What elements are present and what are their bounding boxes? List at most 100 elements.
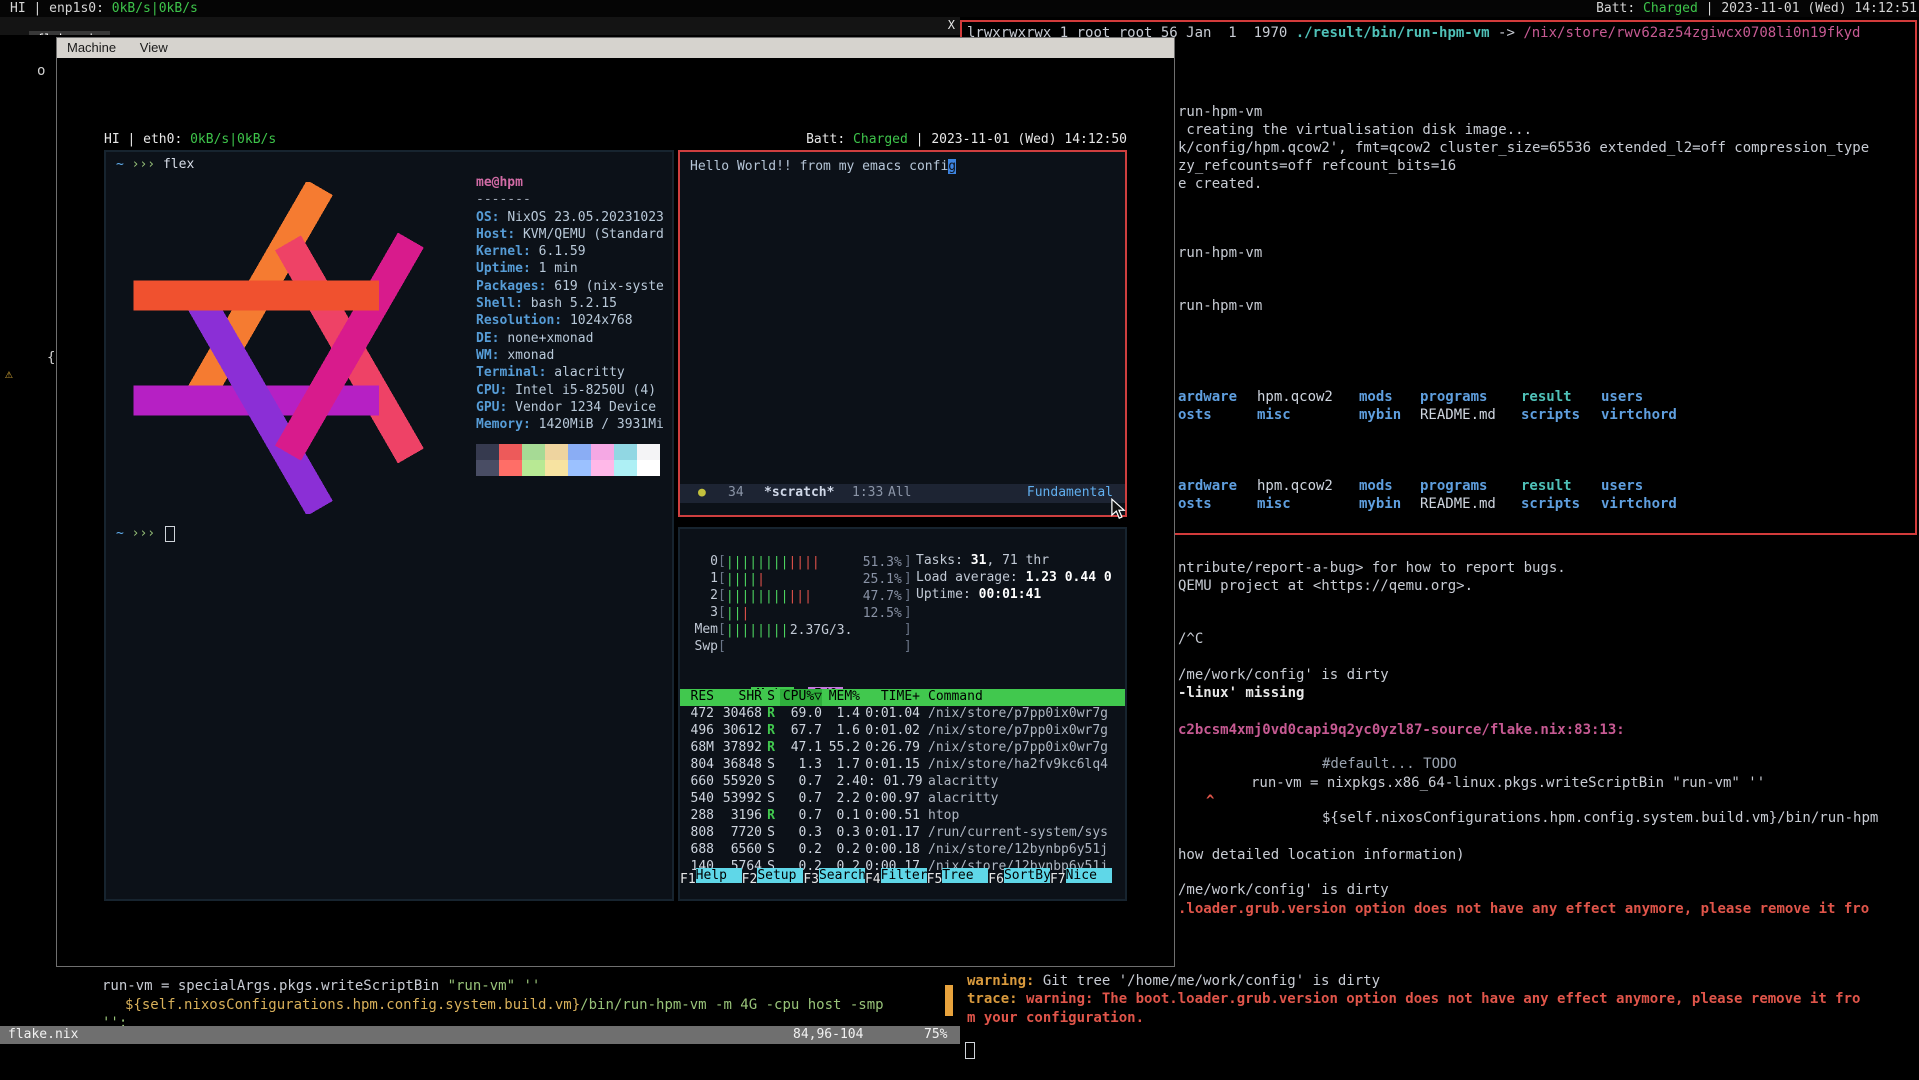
terminal-line: /me/work/config' is dirty (1178, 666, 1389, 684)
qemu-window[interactable]: Machine View HI | eth0: 0kB/s|0kB/s Batt… (56, 37, 1175, 967)
ls-output-row: ostsmiscmybinREADME.mdscriptsvirtchord (1178, 495, 1677, 513)
column-header[interactable]: SHR (714, 689, 762, 706)
vm-emacs-window[interactable]: Hello World!! from my emacs config ● 34 … (678, 150, 1127, 517)
directory-name: programs (1420, 388, 1521, 406)
fkey-filter[interactable]: F4Filter (865, 868, 927, 885)
error-location-line: c2bcsm4xmj0vd0capi9q2yc0yzl87-source/fla… (1178, 721, 1625, 739)
meter-label: Mem (688, 621, 718, 638)
symlink-name: ./result/bin/run-hpm-vm (1296, 25, 1490, 41)
file-name: hpm.qcow2 (1257, 477, 1359, 495)
process-row[interactable]: 47230468R69.01.40:01.04/nix/store/p7pp0i… (680, 706, 1125, 723)
terminal-cursor (965, 1042, 975, 1059)
modeline-scroll: All (888, 485, 911, 500)
process-row[interactable]: 49630612R67.71.60:01.02/nix/store/p7pp0i… (680, 723, 1125, 740)
process-row[interactable]: 80436848S1.31.70:01.15/nix/store/ha2fv9k… (680, 757, 1125, 774)
neofetch-user-host: me@hpm (476, 174, 664, 191)
column-header[interactable]: Command (920, 689, 1125, 706)
memory-meter: Mem[||||||||2.37G/3.] (688, 621, 912, 638)
neofetch-label: CPU (476, 383, 515, 398)
neofetch-value: 1420MiB / 3931Mi (539, 417, 664, 432)
neofetch-entry: GPUVendor 1234 Device (476, 399, 664, 416)
code-line: run-vm = specialArgs.pkgs.writeScriptBin… (102, 977, 540, 995)
tab-close-button[interactable]: X (948, 18, 955, 32)
neofetch-label: OS (476, 210, 507, 225)
modeline-buffer-name[interactable]: *scratch* (764, 485, 834, 500)
meter-bar: |||||||| (726, 589, 789, 604)
vm-network-status: HI | eth0: 0kB/s|0kB/s (104, 132, 276, 147)
editor-text-fragment: { (47, 349, 55, 367)
code-string: /bin/run-hpm-vm -m 4G -cpu host -smp (580, 997, 892, 1013)
neofetch-separator: ------- (476, 191, 664, 208)
htop-header-row[interactable]: RES SHR S CPU%▽ MEM% TIME+ Command (680, 689, 1125, 706)
emacs-cursor: g (948, 159, 956, 174)
fkey-setup[interactable]: F2Setup (742, 868, 804, 885)
stat-label: Load average: (916, 570, 1026, 585)
fkey-sortby[interactable]: F6SortBy (988, 868, 1050, 885)
neofetch-value: bash 5.2.15 (531, 296, 617, 311)
palette-swatch (614, 460, 637, 476)
vm-terminal-window[interactable]: ~ ››› flex me@hpm ------- OSNixOS 23.05.… (104, 150, 674, 901)
host-interface-label: HI | enp1s0: (10, 1, 112, 16)
process-row[interactable]: 8087720S0.30.30:01.17/run/current-system… (680, 825, 1125, 842)
process-row[interactable]: 68M37892R47.155.20:26.79/nix/store/p7pp0… (680, 740, 1125, 757)
fkey-nice[interactable]: F7Nice (1050, 868, 1112, 885)
terminal-line: #default... TODO (1322, 755, 1457, 773)
statusline-cursor-position: 84,96-104 (793, 1027, 863, 1042)
menu-view[interactable]: View (130, 38, 178, 58)
column-header[interactable]: RES (680, 689, 714, 706)
meter-bar: | (741, 606, 749, 621)
fkey-search[interactable]: F3Search (803, 868, 865, 885)
meter-label: 3 (688, 604, 718, 621)
palette-swatch (545, 460, 568, 476)
neofetch-label: Resolution (476, 313, 570, 328)
menu-machine[interactable]: Machine (57, 38, 126, 58)
statusline-scroll-percent: 75% (924, 1027, 947, 1042)
neofetch-info: me@hpm ------- OSNixOS 23.05.20231023 Ho… (476, 174, 664, 433)
scroll-indicator[interactable] (945, 985, 953, 1016)
vm-htop-window[interactable]: 0[||||||||||||51.3%] 1[|||||25.1%] 2[|||… (678, 527, 1127, 901)
vm-network-speeds: 0kB/s|0kB/s (190, 132, 276, 147)
symlink-target: /nix/store/rwv62az54zgiwcx0708li0n19fkyd (1523, 25, 1860, 41)
trace-prefix: trace: (967, 991, 1026, 1007)
swap-meter: Swp[] (688, 638, 912, 655)
warning-text: Git tree '/home/me/work/config' is dirty (1034, 973, 1380, 989)
neofetch-value: alacritty (554, 365, 624, 380)
palette-swatch (499, 460, 522, 476)
modeline-number: 34 (728, 485, 744, 500)
fkey-tree[interactable]: F5Tree (927, 868, 989, 885)
column-header[interactable]: TIME+ (860, 689, 920, 706)
directory-name: programs (1420, 477, 1521, 495)
qemu-menubar: Machine View (57, 38, 1174, 58)
column-header[interactable]: MEM% (822, 689, 860, 706)
column-header-sort[interactable]: CPU%▽ (780, 689, 822, 706)
palette-swatch (545, 444, 568, 460)
directory-name: mods (1359, 388, 1420, 406)
error-line: m your configuration. (967, 1009, 1144, 1027)
process-row[interactable]: 6886560S0.20.20:00.18/nix/store/12bynbp6… (680, 842, 1125, 859)
fkey-help[interactable]: F1Help (680, 868, 742, 885)
file-name: hpm.qcow2 (1257, 388, 1359, 406)
process-row[interactable]: 54053992S0.72.20:00.97alacritty (680, 791, 1125, 808)
prompt-path: ~ (116, 157, 132, 172)
neofetch-value: 6.1.59 (539, 244, 586, 259)
terminal-line: /^C (1178, 630, 1203, 648)
nixos-logo (114, 182, 462, 514)
terminal-line: e created. (1178, 175, 1262, 193)
uptime-stat: Uptime: 00:01:41 (916, 587, 1041, 602)
directory-name: ardware (1178, 388, 1257, 406)
process-row[interactable]: 2883196R0.70.10:00.51htop (680, 808, 1125, 825)
neofetch-value: none+xmonad (507, 331, 593, 346)
palette-swatch (476, 460, 499, 476)
neofetch-entry: CPUIntel i5-8250U (4) (476, 382, 664, 399)
editor-text-fragment: o (37, 62, 45, 80)
meter-bar: |||||||| (726, 623, 789, 638)
column-header[interactable]: S (762, 689, 780, 706)
modeline-major-mode[interactable]: Fundamental (1027, 485, 1113, 500)
process-row[interactable]: 66055920S0.72.40: 01.79alacritty (680, 774, 1125, 791)
palette-swatch (568, 460, 591, 476)
palette-swatch (568, 444, 591, 460)
neofetch-label: Memory (476, 417, 539, 432)
neofetch-value: KVM/QEMU (Standard (523, 227, 664, 242)
ls-output-row: ardwarehpm.qcow2modsprogramsresultusers (1178, 388, 1643, 406)
modeline-indicator-icon: ● (698, 485, 706, 500)
